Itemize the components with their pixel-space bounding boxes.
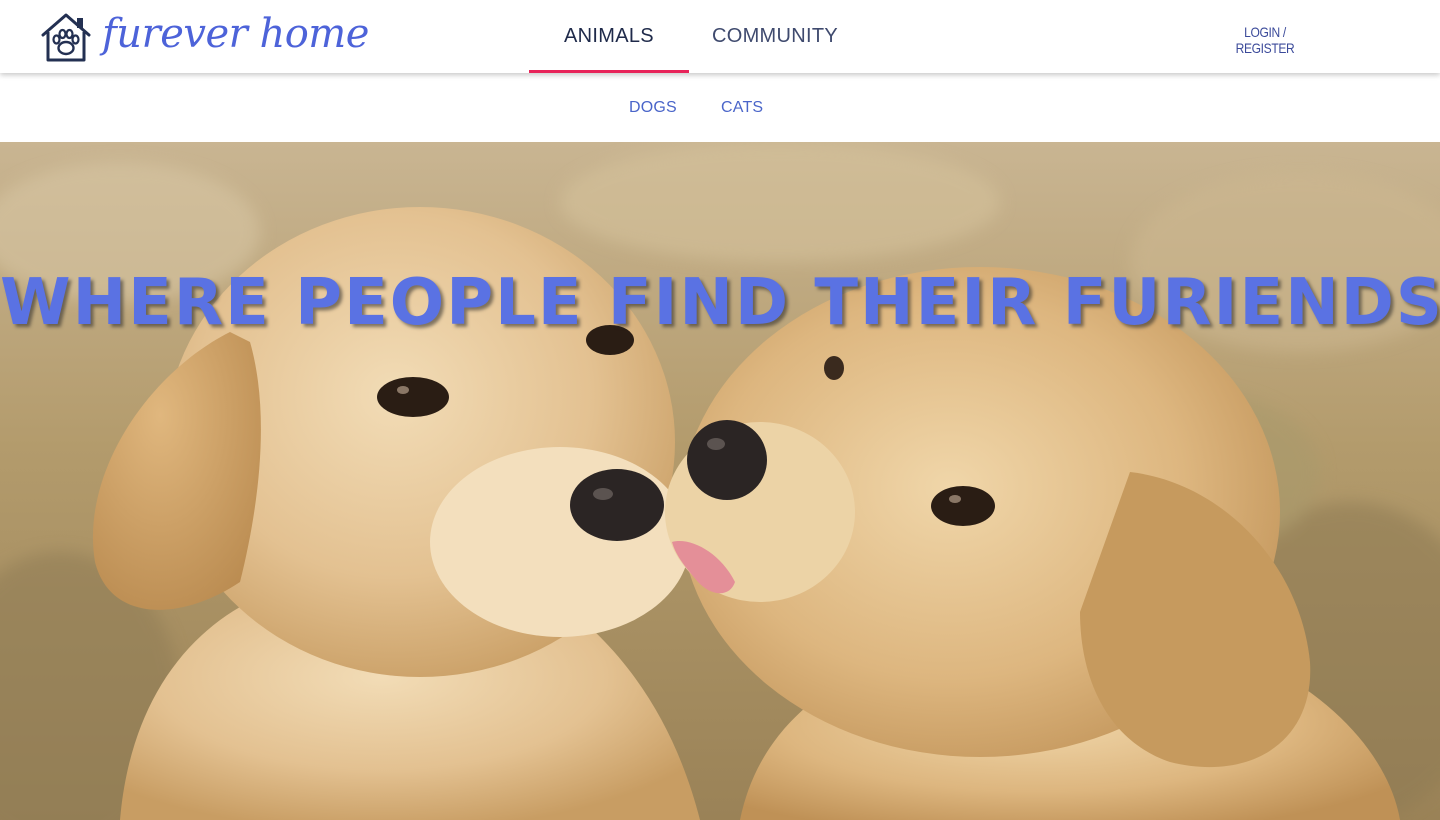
- tab-community[interactable]: COMMUNITY: [689, 0, 861, 73]
- subnav-item-dogs[interactable]: DOGS: [629, 99, 677, 117]
- top-navigation-bar: furever home ANIMALS COMMUNITY LOGIN / R…: [0, 0, 1440, 73]
- house-paw-icon: [41, 13, 91, 62]
- subnav-item-cats[interactable]: CATS: [721, 99, 763, 117]
- hero-banner: WHERE PEOPLE FIND THEIR FURIENDS: [0, 142, 1440, 820]
- brand-logo[interactable]: furever home: [40, 8, 369, 66]
- two-puppies-kissing-photo: [0, 142, 1440, 820]
- brand-name: furever home: [102, 11, 369, 57]
- main-nav: ANIMALS COMMUNITY: [529, 0, 861, 73]
- animal-subnav: DOGS CATS: [0, 73, 1440, 142]
- tab-animals[interactable]: ANIMALS: [529, 0, 689, 73]
- login-register-link[interactable]: LOGIN / REGISTER: [1213, 24, 1316, 56]
- hero-headline: WHERE PEOPLE FIND THEIR FURIENDS: [0, 265, 1440, 340]
